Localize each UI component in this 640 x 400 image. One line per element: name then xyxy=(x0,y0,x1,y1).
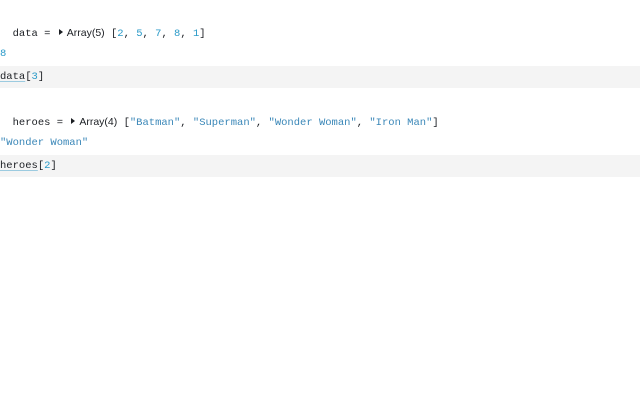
code-input[interactable]: data[3] xyxy=(0,71,44,83)
expand-triangle-icon[interactable] xyxy=(58,29,63,35)
variable-reference[interactable]: heroes xyxy=(0,160,38,172)
equals-sign: = xyxy=(37,28,57,40)
separator: , xyxy=(255,117,269,129)
array-close-bracket: ] xyxy=(432,117,439,129)
array-value: "Superman" xyxy=(192,117,256,129)
close-bracket: ] xyxy=(37,71,45,83)
array-summary[interactable]: Array(4) xyxy=(79,116,117,128)
separator: , xyxy=(123,28,137,40)
variable-name: data xyxy=(12,28,38,40)
array-close-bracket: ] xyxy=(199,28,206,40)
array-value: "Wonder Woman" xyxy=(268,117,357,129)
separator: , xyxy=(180,28,193,40)
expand-triangle-icon[interactable] xyxy=(71,118,76,124)
code-cell[interactable]: heroes[2] xyxy=(0,155,640,177)
separator: , xyxy=(142,28,156,40)
code-cell[interactable]: data[3] xyxy=(0,66,640,88)
separator: , xyxy=(180,117,193,129)
code-input[interactable]: heroes[2] xyxy=(0,160,57,172)
array-value: "Batman" xyxy=(129,117,181,129)
array-value: "Iron Man" xyxy=(369,117,433,129)
variable-reference[interactable]: data xyxy=(0,71,25,83)
result-output: 8 xyxy=(0,48,7,60)
array-summary[interactable]: Array(5) xyxy=(67,27,105,39)
heroes-output-line: heroes = Array(4) ["Batman", "Superman",… xyxy=(0,104,640,129)
separator: , xyxy=(356,117,370,129)
equals-sign: = xyxy=(50,117,70,129)
result-output: "Wonder Woman" xyxy=(0,137,89,149)
close-bracket: ] xyxy=(50,160,57,172)
separator: , xyxy=(161,28,175,40)
variable-name: heroes xyxy=(12,117,51,129)
data-output-line: data = Array(5) [2, 5, 7, 8, 1] xyxy=(0,15,640,40)
